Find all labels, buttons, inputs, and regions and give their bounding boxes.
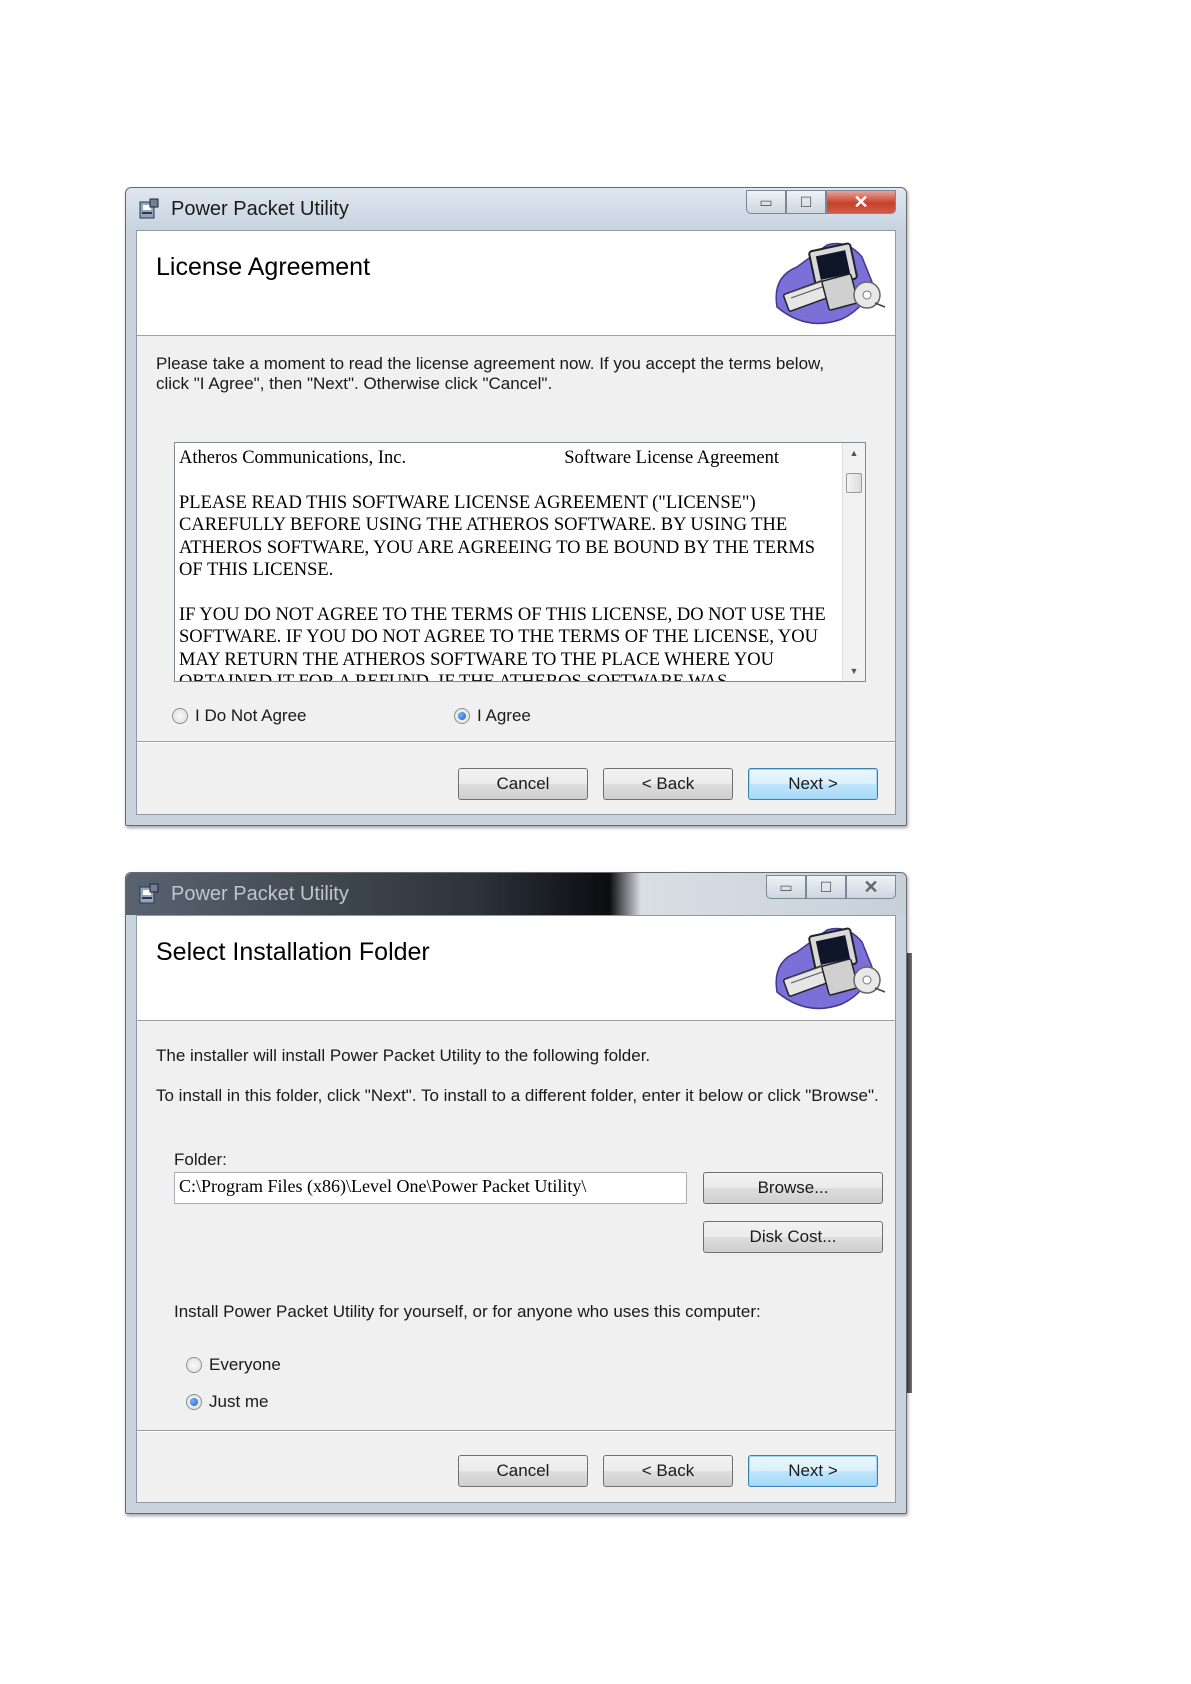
license-text-box[interactable]: Atheros Communications, Inc. Software Li… [174,442,866,682]
radio-button[interactable] [186,1357,202,1373]
maximize-icon[interactable]: ☐ [806,875,846,899]
installer-app-icon [139,198,159,219]
intro-line-2: To install in this folder, click "Next".… [156,1086,879,1105]
vertical-scrollbar[interactable]: ▲ ▼ [842,443,865,681]
intro-text: Please take a moment to read the license… [156,354,825,393]
minimize-icon[interactable]: ▭ [746,190,786,214]
cancel-button[interactable]: Cancel [458,1455,588,1487]
page-title: License Agreement [156,253,371,281]
radio-button-selected[interactable] [454,708,470,724]
radio-just-me[interactable]: Just me [186,1392,269,1412]
back-button[interactable]: < Back [603,768,733,800]
next-button[interactable]: Next > [748,1455,878,1487]
computer-cd-banner-icon [775,927,886,1010]
page-title: Select Installation Folder [156,938,430,966]
close-icon[interactable]: ✕ [846,875,896,899]
scroll-thumb[interactable] [846,473,862,493]
license-company: Atheros Communications, Inc. [179,448,407,468]
radio-label: I Agree [477,706,531,725]
license-paragraph: IF YOU DO NOT AGREE TO THE TERMS OF THIS… [179,604,826,682]
next-button[interactable]: Next > [748,768,878,800]
title-bar[interactable]: Power Packet Utility ▭ ☐ ✕ [126,188,906,230]
dialog-client: License Agreement Please take a moment t… [136,230,896,815]
folder-path-input[interactable]: C:\Program Files (x86)\Level One\Power P… [174,1172,687,1204]
title-bar[interactable]: Power Packet Utility ▭ ☐ ✕ [126,873,906,915]
select-folder-window: Power Packet Utility ▭ ☐ ✕ Select Instal… [125,872,912,1514]
radio-label: Everyone [209,1355,281,1374]
radio-i-agree[interactable]: I Agree [454,706,531,726]
folder-label: Folder: [174,1150,227,1169]
radio-button[interactable] [172,708,188,724]
scroll-down-icon[interactable]: ▼ [843,661,865,681]
dialog-client: Select Installation Folder The installer… [136,915,896,1503]
minimize-icon[interactable]: ▭ [766,875,806,899]
window-shadow [907,953,912,1393]
close-icon[interactable]: ✕ [826,190,896,214]
cancel-button[interactable]: Cancel [458,768,588,800]
license-agreement-window: Power Packet Utility ▭ ☐ ✕ License Agree… [125,187,907,826]
radio-button-selected[interactable] [186,1394,202,1410]
install-for-text: Install Power Packet Utility for yoursel… [174,1302,761,1321]
banner: License Agreement [137,231,895,336]
window-title: Power Packet Utility [171,883,349,905]
browse-button[interactable]: Browse... [703,1172,883,1204]
installer-app-icon [139,883,159,904]
intro-line-1: The installer will install Power Packet … [156,1046,651,1065]
window-title: Power Packet Utility [171,198,349,220]
divider [137,1430,895,1432]
radio-everyone[interactable]: Everyone [186,1355,281,1375]
scroll-up-icon[interactable]: ▲ [843,443,865,463]
license-doc-title: Software License Agreement [564,448,779,468]
divider [137,741,895,743]
radio-label: I Do Not Agree [195,706,307,725]
banner: Select Installation Folder [137,916,895,1021]
maximize-icon[interactable]: ☐ [786,190,826,214]
radio-i-do-not-agree[interactable]: I Do Not Agree [172,706,307,726]
radio-label: Just me [209,1392,269,1411]
back-button[interactable]: < Back [603,1455,733,1487]
disk-cost-button[interactable]: Disk Cost... [703,1221,883,1253]
computer-cd-banner-icon [775,242,886,325]
license-paragraph: PLEASE READ THIS SOFTWARE LICENSE AGREEM… [179,492,816,581]
